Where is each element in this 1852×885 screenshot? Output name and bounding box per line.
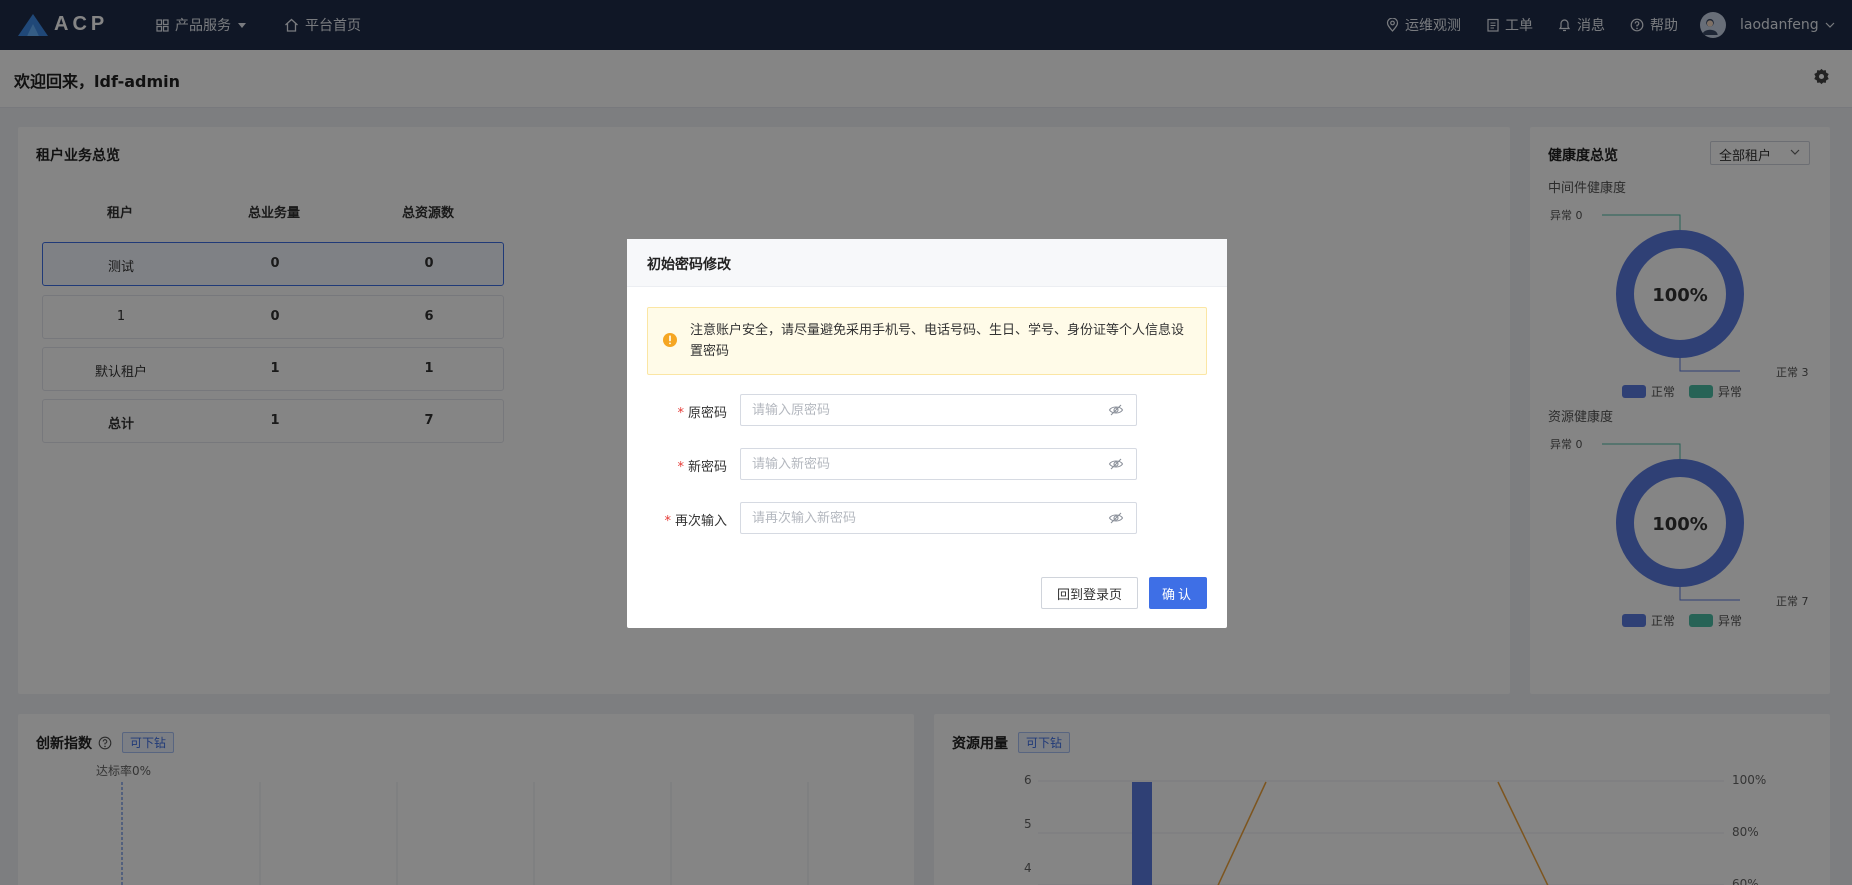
eye-off-icon[interactable]: [1108, 511, 1124, 525]
required-asterisk: *: [677, 460, 684, 475]
old-password-label: * 原密码: [647, 402, 727, 421]
back-to-login-button[interactable]: 回到登录页: [1041, 577, 1138, 609]
eye-off-icon[interactable]: [1108, 457, 1124, 471]
dialog-title: 初始密码修改: [627, 239, 1227, 287]
confirm-password-input[interactable]: [740, 502, 1137, 534]
confirm-password-label-text: 再次输入: [674, 514, 727, 529]
new-password-input[interactable]: [740, 448, 1137, 480]
confirm-button[interactable]: 确认: [1149, 577, 1207, 609]
eye-off-icon[interactable]: [1108, 403, 1124, 417]
required-asterisk: *: [677, 406, 684, 421]
old-password-label-text: 原密码: [687, 406, 727, 421]
confirm-password-label: * 再次输入: [647, 510, 727, 529]
old-password-input[interactable]: [740, 394, 1137, 426]
required-asterisk: *: [664, 514, 671, 529]
alert-text: 注意账户安全，请尽量避免采用手机号、电话号码、生日、学号、身份证等个人信息设置密…: [690, 323, 1185, 359]
warning-icon: [663, 333, 677, 347]
change-password-dialog: 初始密码修改 注意账户安全，请尽量避免采用手机号、电话号码、生日、学号、身份证等…: [627, 239, 1227, 628]
security-alert: 注意账户安全，请尽量避免采用手机号、电话号码、生日、学号、身份证等个人信息设置密…: [647, 307, 1207, 375]
new-password-label: * 新密码: [647, 456, 727, 475]
new-password-label-text: 新密码: [687, 460, 727, 475]
